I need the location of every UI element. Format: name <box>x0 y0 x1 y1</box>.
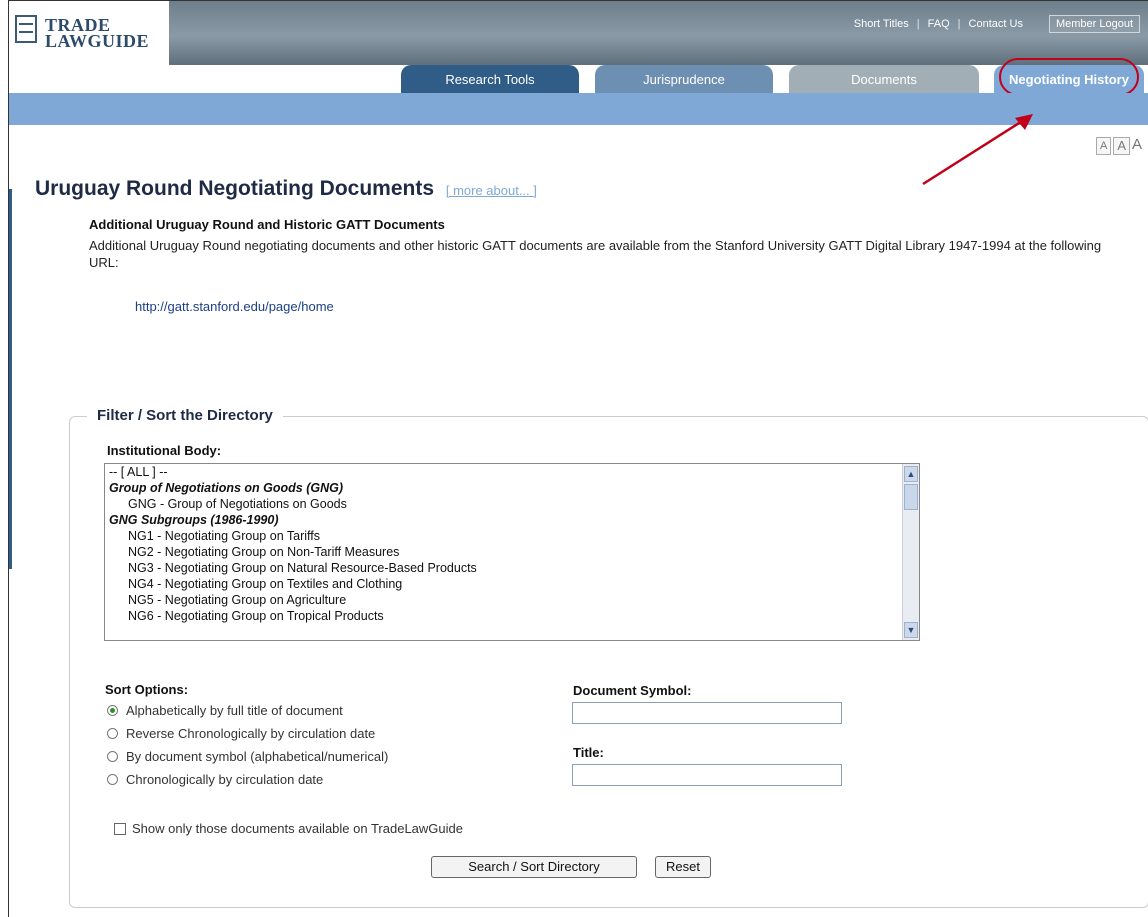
top-banner <box>9 1 1148 65</box>
listbox-items: -- [ ALL ] -- Group of Negotiations on Go… <box>105 464 919 624</box>
list-item[interactable]: NG5 - Negotiating Group on Agriculture <box>105 592 919 608</box>
faq-link[interactable]: FAQ <box>920 18 958 30</box>
scroll-down-icon[interactable]: ▼ <box>904 622 918 638</box>
short-titles-link[interactable]: Short Titles <box>846 18 917 30</box>
logo-line2: LAWGUIDE <box>45 31 150 51</box>
sort-option-label: Chronologically by circulation date <box>126 772 324 787</box>
sort-option-label: Alphabetically by full title of document <box>126 703 343 718</box>
listbox-scrollbar[interactable]: ▲ ▼ <box>902 464 919 640</box>
scroll-up-icon[interactable]: ▲ <box>904 466 918 482</box>
text-size-small-button[interactable]: A <box>1095 137 1112 155</box>
title-label: Title: <box>573 745 604 760</box>
radio-selected-icon <box>107 705 118 716</box>
annotation-arrow-icon <box>922 114 1033 186</box>
sort-option-reverse-chronological[interactable]: Reverse Chronologically by circulation d… <box>107 726 375 741</box>
list-item[interactable]: NG6 - Negotiating Group on Tropical Prod… <box>105 608 919 624</box>
tab-research-tools[interactable]: Research Tools <box>401 65 579 93</box>
page-title-text: Uruguay Round Negotiating Documents <box>35 177 434 200</box>
list-group-header: Group of Negotiations on Goods (GNG) <box>109 481 344 495</box>
institutional-body-listbox[interactable]: -- [ ALL ] -- Group of Negotiations on Go… <box>104 463 920 641</box>
document-symbol-input[interactable] <box>572 702 842 724</box>
additional-heading: Additional Uruguay Round and Historic GA… <box>89 217 445 232</box>
radio-icon <box>107 774 118 785</box>
left-accent-bar <box>9 189 12 569</box>
tab-documents[interactable]: Documents <box>789 65 979 93</box>
more-about-link[interactable]: [ more about... ] <box>446 183 537 198</box>
sort-option-symbol[interactable]: By document symbol (alphabetical/numeric… <box>107 749 388 764</box>
text-size-large-button[interactable]: A <box>1132 137 1142 153</box>
sort-option-chronological[interactable]: Chronologically by circulation date <box>107 772 323 787</box>
checkbox-icon[interactable] <box>114 822 126 835</box>
scroll-thumb[interactable] <box>904 484 918 510</box>
list-item[interactable]: NG4 - Negotiating Group on Textiles and … <box>105 576 919 592</box>
browser-frame: TRADE LAWGUIDE Short Titles | FAQ | Cont… <box>8 0 1148 917</box>
list-item[interactable]: NG1 - Negotiating Group on Tariffs <box>105 528 919 544</box>
checkbox-label: Show only those documents available on T… <box>132 821 463 836</box>
radio-icon <box>107 728 118 739</box>
sort-option-alphabetical[interactable]: Alphabetically by full title of document <box>107 703 343 718</box>
text-size-controls: A A A <box>1095 137 1142 155</box>
list-item[interactable]: NG3 - Negotiating Group on Natural Resou… <box>105 560 919 576</box>
list-item[interactable]: -- [ ALL ] -- <box>105 464 919 480</box>
logo-icon <box>15 15 37 43</box>
tab-jurisprudence[interactable]: Jurisprudence <box>595 65 773 93</box>
stanford-url-link[interactable]: http://gatt.stanford.edu/page/home <box>135 299 334 314</box>
sort-option-label: By document symbol (alphabetical/numeric… <box>126 749 389 764</box>
radio-icon <box>107 751 118 762</box>
logo-text: TRADE LAWGUIDE <box>45 16 150 51</box>
top-links: Short Titles | FAQ | Contact Us Member L… <box>846 15 1140 33</box>
sort-options-label: Sort Options: <box>105 682 189 697</box>
sort-option-label: Reverse Chronologically by circulation d… <box>126 726 376 741</box>
institutional-body-label: Institutional Body: <box>107 443 222 458</box>
title-input[interactable] <box>572 764 842 786</box>
highlight-circle <box>999 58 1139 96</box>
list-group-header: GNG Subgroups (1986-1990) <box>109 513 279 527</box>
filter-legend: Filter / Sort the Directory <box>87 407 283 424</box>
text-size-medium-button[interactable]: A <box>1113 137 1130 155</box>
show-available-checkbox-row[interactable]: Show only those documents available on T… <box>114 821 463 836</box>
member-logout-button[interactable]: Member Logout <box>1048 15 1140 33</box>
list-item[interactable]: NG2 - Negotiating Group on Non-Tariff Me… <box>105 544 919 560</box>
contact-link[interactable]: Contact Us <box>961 18 1031 30</box>
reset-button[interactable]: Reset <box>655 856 711 878</box>
document-symbol-label: Document Symbol: <box>573 683 692 698</box>
additional-body: Additional Uruguay Round negotiating doc… <box>89 238 1102 270</box>
page-title: Uruguay Round Negotiating Documents [ mo… <box>35 177 537 201</box>
site-logo[interactable]: TRADE LAWGUIDE <box>9 1 169 65</box>
list-item[interactable]: GNG - Group of Negotiations on Goods <box>105 496 919 512</box>
search-sort-button[interactable]: Search / Sort Directory <box>431 856 637 878</box>
